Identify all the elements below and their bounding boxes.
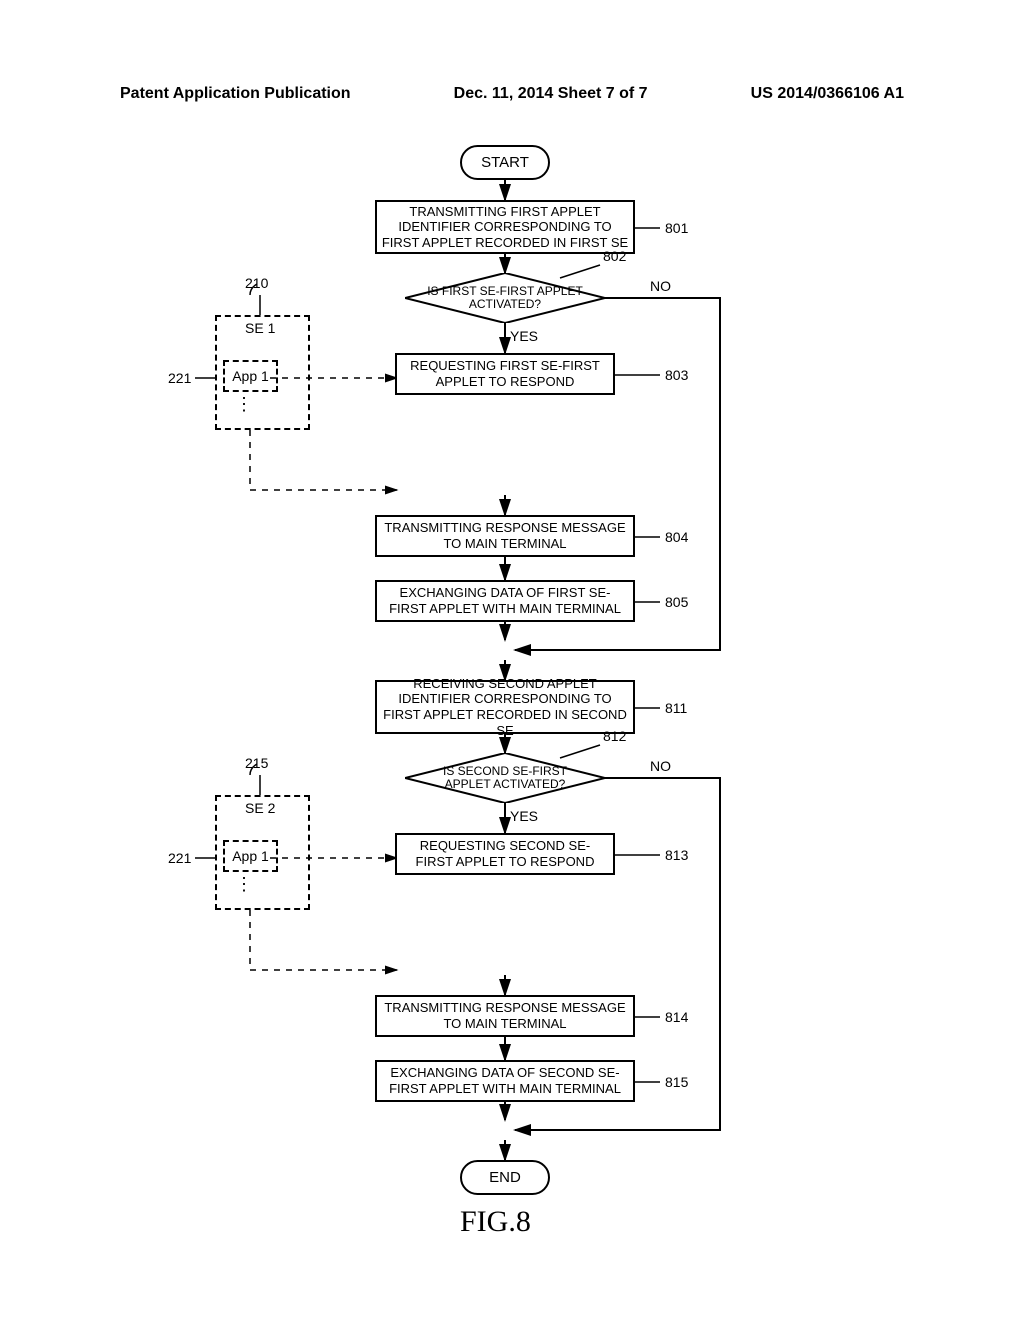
header-center: Dec. 11, 2014 Sheet 7 of 7 (454, 85, 648, 103)
step-811: RECEIVING SECOND APPLET IDENTIFIER CORRE… (375, 680, 635, 734)
step-815-text: EXCHANGING DATA OF SECOND SE-FIRST APPLE… (381, 1065, 629, 1096)
ref-814: 814 (665, 1009, 688, 1025)
header-left: Patent Application Publication (120, 85, 351, 103)
ref-802: 802 (603, 248, 626, 264)
step-804: TRANSMITTING RESPONSE MESSAGE TO MAIN TE… (375, 515, 635, 557)
ref-813: 813 (665, 847, 688, 863)
header-right: US 2014/0366106 A1 (751, 85, 904, 103)
se1-app1-box: App 1 (223, 360, 278, 392)
ref-221b: 221 (168, 850, 191, 866)
se2-vdots: ⋮ (235, 880, 253, 889)
start-label: START (481, 154, 529, 172)
start-node: START (460, 145, 550, 180)
ref-221a: 221 (168, 370, 191, 386)
ref-803: 803 (665, 367, 688, 383)
no-812: NO (650, 758, 671, 774)
se2-app1-label: App 1 (232, 848, 269, 864)
ref-210: 210 (245, 275, 268, 291)
step-801-text: TRANSMITTING FIRST APPLET IDENTIFIER COR… (381, 204, 629, 251)
ref-801: 801 (665, 220, 688, 236)
step-815: EXCHANGING DATA OF SECOND SE-FIRST APPLE… (375, 1060, 635, 1102)
ref-812: 812 (603, 728, 626, 744)
step-814-text: TRANSMITTING RESPONSE MESSAGE TO MAIN TE… (381, 1000, 629, 1031)
step-811-text: RECEIVING SECOND APPLET IDENTIFIER CORRE… (381, 676, 629, 738)
ref-805: 805 (665, 594, 688, 610)
se1-label: SE 1 (245, 320, 275, 336)
step-813: REQUESTING SECOND SE-FIRST APPLET TO RES… (395, 833, 615, 875)
step-805: EXCHANGING DATA OF FIRST SE-FIRST APPLET… (375, 580, 635, 622)
step-805-text: EXCHANGING DATA OF FIRST SE-FIRST APPLET… (381, 585, 629, 616)
ref-804: 804 (665, 529, 688, 545)
ref-215: 215 (245, 755, 268, 771)
decision-812: IS SECOND SE-FIRST APPLET ACTIVATED? (405, 753, 605, 803)
decision-802: IS FIRST SE-FIRST APPLET ACTIVATED? (405, 273, 605, 323)
figure-label: FIG.8 (460, 1205, 531, 1239)
end-node: END (460, 1160, 550, 1195)
step-814: TRANSMITTING RESPONSE MESSAGE TO MAIN TE… (375, 995, 635, 1037)
decision-802-text: IS FIRST SE-FIRST APPLET ACTIVATED? (425, 285, 585, 311)
end-label: END (489, 1169, 521, 1187)
yes-812: YES (510, 808, 538, 824)
step-803: REQUESTING FIRST SE-FIRST APPLET TO RESP… (395, 353, 615, 395)
page-header: Patent Application Publication Dec. 11, … (0, 85, 1024, 103)
decision-812-text: IS SECOND SE-FIRST APPLET ACTIVATED? (425, 765, 585, 791)
step-801: TRANSMITTING FIRST APPLET IDENTIFIER COR… (375, 200, 635, 254)
no-802: NO (650, 278, 671, 294)
step-804-text: TRANSMITTING RESPONSE MESSAGE TO MAIN TE… (381, 520, 629, 551)
step-803-text: REQUESTING FIRST SE-FIRST APPLET TO RESP… (401, 358, 609, 389)
yes-802: YES (510, 328, 538, 344)
step-813-text: REQUESTING SECOND SE-FIRST APPLET TO RES… (401, 838, 609, 869)
ref-811: 811 (665, 700, 687, 716)
se2-app1-box: App 1 (223, 840, 278, 872)
diagram-canvas: START TRANSMITTING FIRST APPLET IDENTIFI… (0, 120, 1024, 1220)
ref-815: 815 (665, 1074, 688, 1090)
se2-label: SE 2 (245, 800, 275, 816)
se1-app1-label: App 1 (232, 368, 269, 384)
se1-vdots: ⋮ (235, 400, 253, 409)
